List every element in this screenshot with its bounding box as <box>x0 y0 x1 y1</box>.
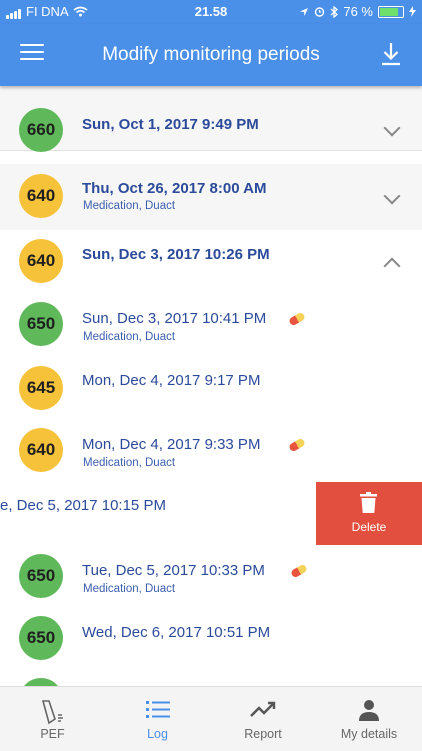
tab-report[interactable]: Report <box>210 687 316 751</box>
charging-icon <box>409 6 416 17</box>
download-button[interactable] <box>380 41 402 67</box>
list-icon <box>145 701 170 718</box>
tab-label: My details <box>340 727 398 741</box>
list-item[interactable]: 640 Sun, Dec 3, 2017 10:26 PM <box>0 230 422 292</box>
download-icon <box>382 43 400 66</box>
list-item[interactable]: 660 Sun, Oct 1, 2017 9:49 PM <box>0 86 422 152</box>
entry-note: Medication, Duact <box>83 457 176 469</box>
value-badge: 650 <box>19 554 63 598</box>
entry-date: Sun, Oct 1, 2017 9:49 PM <box>82 116 259 133</box>
medication-icon <box>288 311 306 327</box>
tab-pef[interactable]: PEF <box>0 687 105 751</box>
list-item[interactable]: 650 Sun, Dec 3, 2017 10:41 PM Medication… <box>0 294 422 358</box>
chevron-down-icon[interactable] <box>383 187 401 205</box>
trend-icon <box>250 701 276 717</box>
page-title: Modify monitoring periods <box>102 44 320 65</box>
entry-date: Sun, Dec 3, 2017 10:41 PM <box>82 310 267 327</box>
entry-note: Medication, Duact <box>83 200 176 212</box>
entry-note: Medication, Duact <box>83 583 176 595</box>
list-item[interactable]: 650 Wed, Dec 6, 2017 10:51 PM <box>0 610 422 674</box>
value-badge: 650 <box>19 302 63 346</box>
list-item[interactable]: 640 Thu, Oct 26, 2017 8:00 AM Medication… <box>0 164 422 231</box>
entry-date: Sun, Dec 3, 2017 10:26 PM <box>82 246 270 263</box>
list-item[interactable]: 645 Mon, Dec 4, 2017 9:17 PM <box>0 358 422 422</box>
status-bar: FI DNA 21.58 76 % <box>0 0 422 24</box>
app-bar: Modify monitoring periods <box>0 24 422 86</box>
value-badge: 640 <box>19 428 63 472</box>
tab-my-details[interactable]: My details <box>316 687 422 751</box>
chevron-up-icon[interactable] <box>383 257 401 275</box>
tab-label: PEF <box>40 727 65 741</box>
entry-date: Tue, Dec 5, 2017 10:33 PM <box>82 562 265 579</box>
battery-icon <box>378 5 404 18</box>
battery-percent: 76 % <box>343 4 373 19</box>
entry-note: Medication, Duact <box>83 331 176 343</box>
medication-icon <box>288 437 306 453</box>
chevron-down-icon[interactable] <box>383 119 401 137</box>
entry-date: e, Dec 5, 2017 10:15 PM <box>0 497 166 514</box>
peak-flow-meter-icon <box>41 700 63 725</box>
list-item[interactable]: 650 Tue, Dec 5, 2017 10:33 PM Medication… <box>0 546 422 610</box>
delete-button[interactable]: Delete <box>316 482 422 545</box>
entry-date: Mon, Dec 4, 2017 9:33 PM <box>82 436 261 453</box>
person-icon <box>359 700 379 721</box>
tab-log[interactable]: Log <box>105 687 210 751</box>
delete-label: Delete <box>351 520 387 534</box>
value-badge: 640 <box>19 239 63 283</box>
entry-date: Mon, Dec 4, 2017 9:17 PM <box>82 372 261 389</box>
value-badge: 640 <box>19 174 63 218</box>
location-icon <box>300 7 309 16</box>
tab-label: Report <box>244 727 282 741</box>
tab-label: Log <box>147 727 168 741</box>
status-right: 76 % <box>299 4 416 19</box>
value-badge: 645 <box>19 366 63 410</box>
list-item[interactable]: 640 Mon, Dec 4, 2017 9:33 PM Medication,… <box>0 420 422 484</box>
tab-bar: PEF Log Report My details <box>0 686 422 751</box>
partial-value-badge <box>19 678 63 686</box>
value-badge: 650 <box>19 616 63 660</box>
entry-date: Wed, Dec 6, 2017 10:51 PM <box>82 624 271 641</box>
bluetooth-icon <box>330 5 339 18</box>
alarm-icon <box>315 7 325 17</box>
trash-icon <box>360 492 377 513</box>
value-badge: 660 <box>19 108 63 152</box>
log-list: 660 Sun, Oct 1, 2017 9:49 PM 640 Thu, Oc… <box>0 86 422 686</box>
medication-icon <box>290 563 308 579</box>
entry-date: Thu, Oct 26, 2017 8:00 AM <box>82 180 267 197</box>
